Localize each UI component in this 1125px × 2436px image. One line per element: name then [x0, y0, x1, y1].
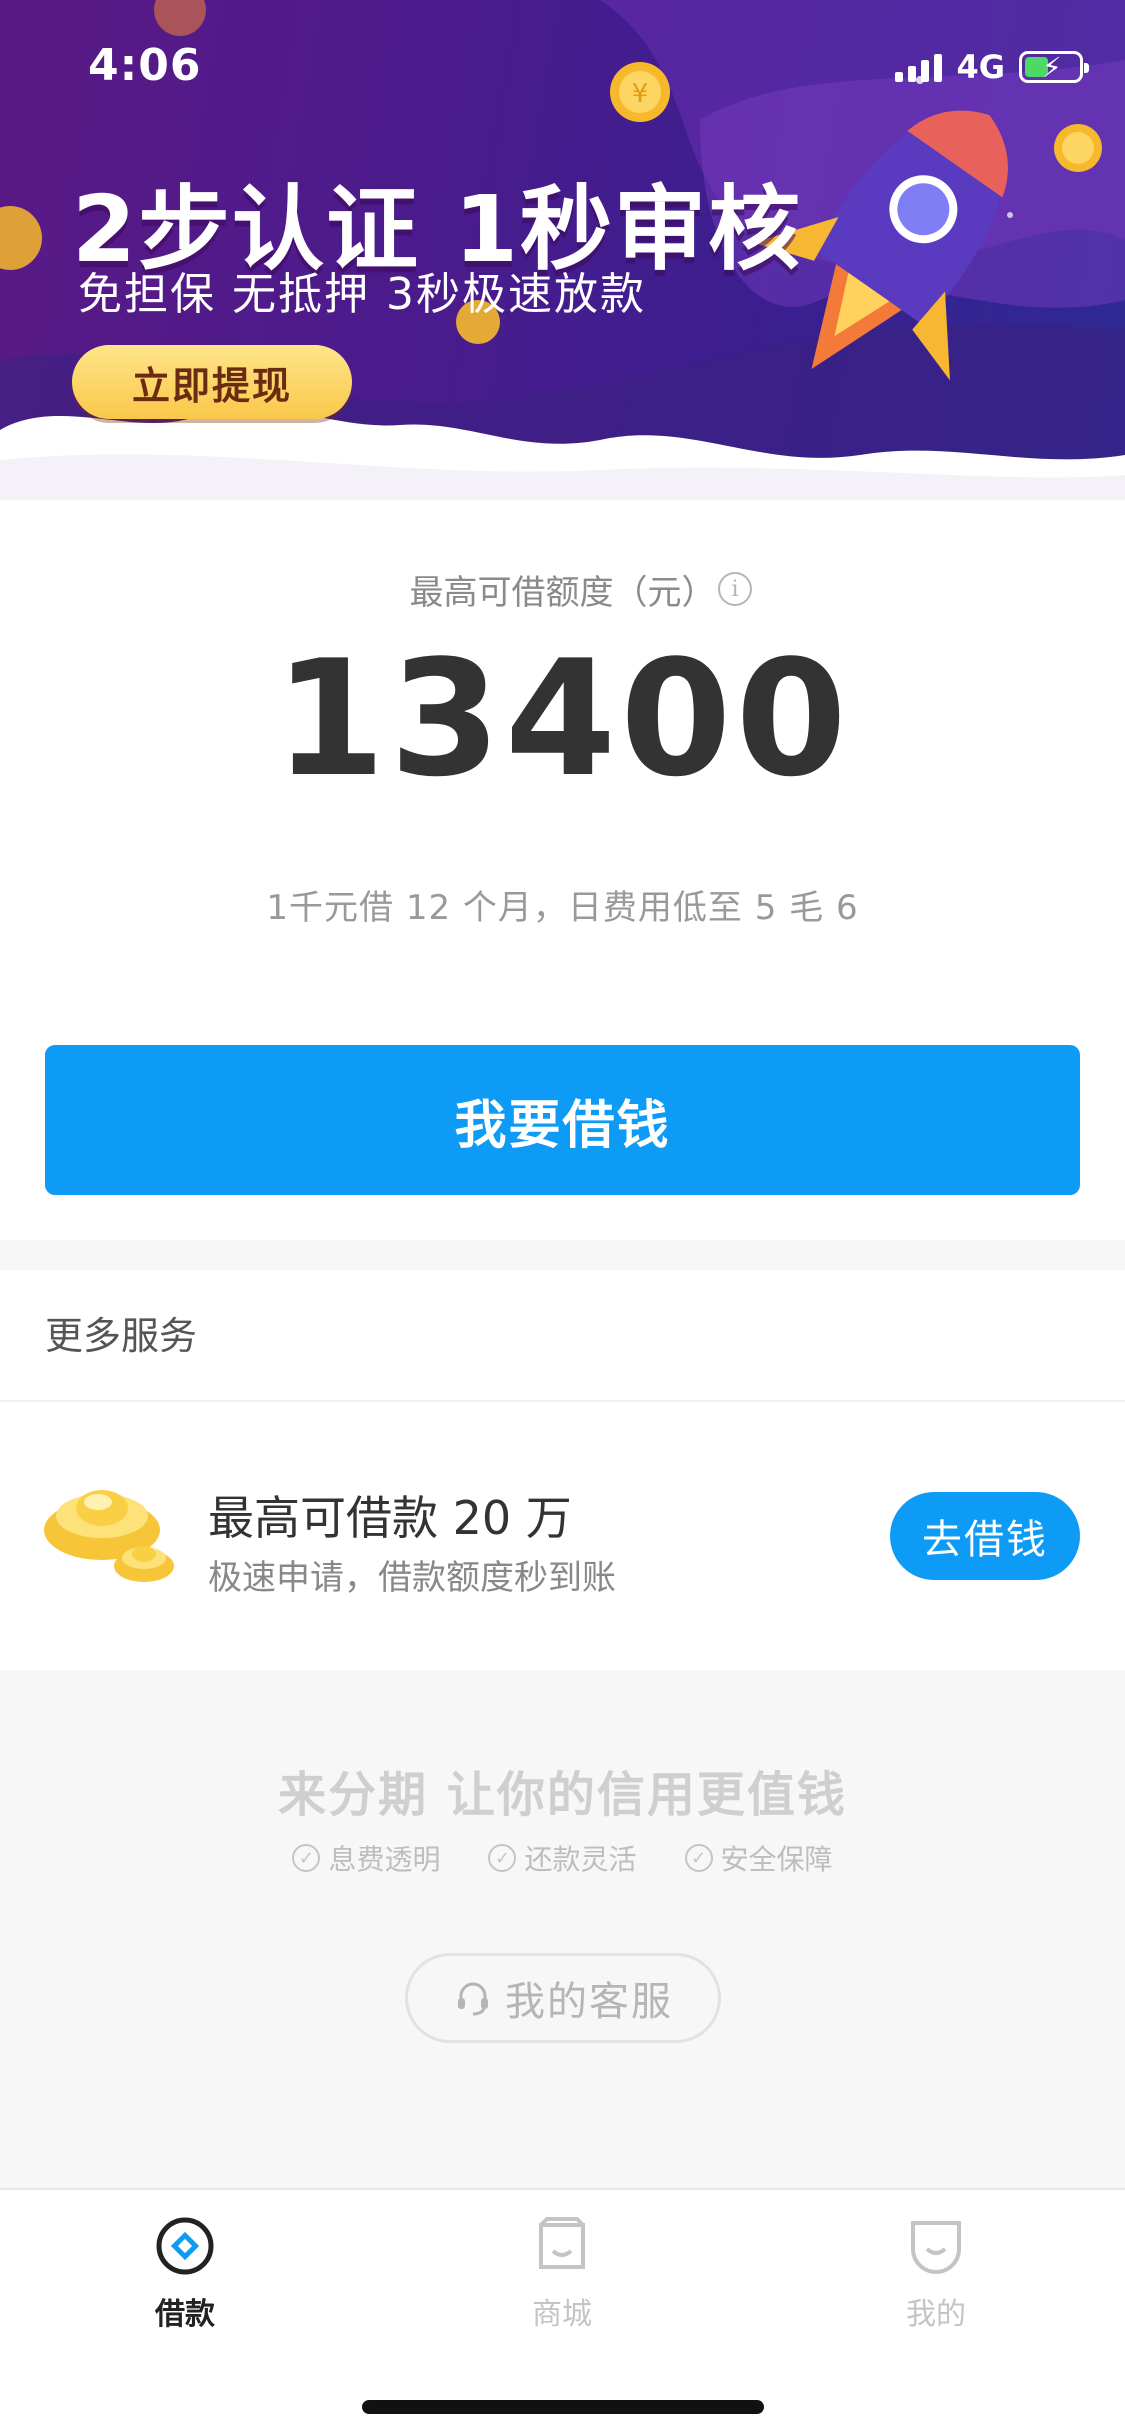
- service-subtitle: 极速申请，借款额度秒到账: [208, 1558, 616, 1598]
- feature-item: ✓ 还款灵活: [488, 1838, 637, 1878]
- shop-icon: [531, 2215, 593, 2277]
- banner-subtitle: 免担保 无抵押 3秒极速放款: [78, 269, 646, 320]
- quota-amount: 13400: [274, 625, 851, 812]
- headset-icon: [453, 1978, 493, 2018]
- feature-item: ✓ 安全保障: [684, 1838, 833, 1878]
- tab-label: 我的: [906, 2297, 966, 2332]
- promo-banner[interactable]: ¥ 4:06 4G ⚡ 2步认证 1秒审核 免担保 无抵押 3秒极速放款 立即提…: [0, 0, 1125, 500]
- tab-label: 借款: [155, 2297, 215, 2332]
- service-item[interactable]: 最高可借款 20 万 极速申请，借款额度秒到账 去借钱: [0, 1402, 1125, 1670]
- tab-shop[interactable]: 商城: [462, 2215, 662, 2333]
- footer-area: 来分期 让你的信用更值钱 ✓ 息费透明 ✓ 还款灵活 ✓ 安全保障 我的客服: [0, 1670, 1125, 2188]
- feature-label: 安全保障: [720, 1843, 833, 1876]
- withdraw-now-button[interactable]: 立即提现: [72, 345, 352, 419]
- tab-profile[interactable]: 我的: [836, 2215, 1036, 2333]
- status-time: 4:06: [88, 40, 202, 91]
- quota-label: 最高可借额度（元）: [409, 573, 716, 613]
- check-icon: ✓: [292, 1844, 321, 1872]
- network-type: 4G: [956, 48, 1005, 86]
- feature-label: 还款灵活: [524, 1843, 637, 1876]
- customer-service-label: 我的客服: [505, 1979, 673, 2025]
- borrow-button[interactable]: 我要借钱: [45, 1045, 1080, 1195]
- feature-list: ✓ 息费透明 ✓ 还款灵活 ✓ 安全保障: [0, 1838, 1125, 1878]
- home-indicator[interactable]: [362, 2400, 764, 2414]
- status-indicators: 4G ⚡: [895, 48, 1089, 86]
- slogan: 来分期 让你的信用更值钱: [278, 1767, 847, 1823]
- tab-loan[interactable]: 借款: [85, 2215, 285, 2333]
- go-borrow-button[interactable]: 去借钱: [890, 1492, 1080, 1580]
- profile-icon: [905, 2215, 967, 2277]
- customer-service-button[interactable]: 我的客服: [405, 1953, 721, 2043]
- check-icon: ✓: [684, 1844, 713, 1872]
- svg-text:¥: ¥: [632, 79, 649, 109]
- loan-icon: [154, 2215, 216, 2277]
- gold-ingot-icon: [44, 1490, 174, 1582]
- section-gap: [0, 1240, 1125, 1270]
- tab-label: 商城: [532, 2297, 592, 2332]
- battery-icon: ⚡: [1019, 51, 1089, 84]
- feature-item: ✓ 息费透明: [292, 1838, 440, 1878]
- service-title: 最高可借款 20 万: [208, 1491, 572, 1545]
- check-icon: ✓: [488, 1844, 517, 1872]
- quota-note: 1千元借 12 个月，日费用低至 5 毛 6: [266, 888, 859, 928]
- feature-label: 息费透明: [328, 1843, 441, 1876]
- info-icon[interactable]: i: [718, 572, 752, 606]
- more-services-title: 更多服务: [45, 1314, 198, 1358]
- signal-icon: [895, 52, 943, 82]
- app-screen: ¥ 4:06 4G ⚡ 2步认证 1秒审核 免担保 无抵押 3秒极速放款 立即提…: [0, 0, 1125, 2436]
